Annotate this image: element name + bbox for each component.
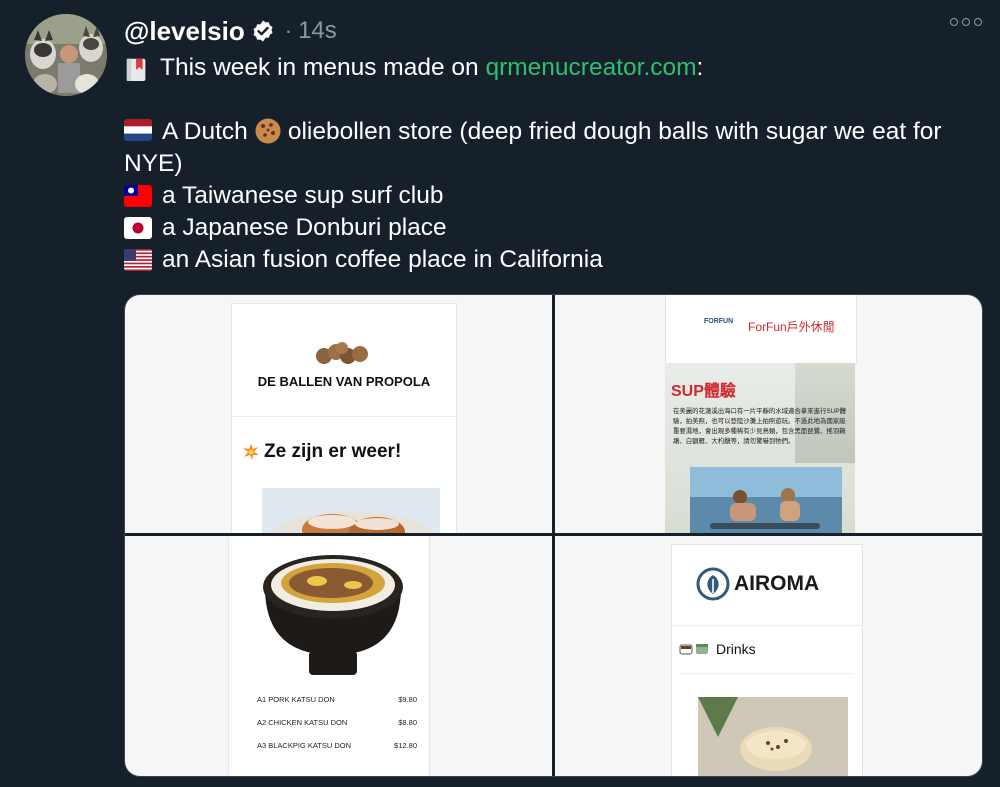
usa-flag-icon <box>124 249 152 271</box>
forfun-logo: FORFUN <box>704 318 734 325</box>
menu-item-row: A1 PORK KATSU DON $9.80 <box>257 695 417 718</box>
menu-item-row: A2 CHICKEN KATSU DON $8.80 <box>257 718 417 741</box>
verified-badge-icon <box>253 20 273 42</box>
oliebollen-photo <box>262 488 440 533</box>
drink-photo <box>698 697 848 776</box>
intro-line: This week in menus made on qrmenucreator… <box>124 52 984 84</box>
tweet-header: @levelsio · 14s <box>124 14 337 48</box>
menu-item-name: A1 PORK KATSU DON <box>257 695 335 704</box>
menu-item-name: A2 CHICKEN KATSU DON <box>257 718 348 727</box>
intro-colon: : <box>696 54 704 81</box>
tweet-body: This week in menus made on qrmenucreator… <box>124 52 984 276</box>
author-handle[interactable]: @levelsio <box>124 16 245 47</box>
menu-item-price: $9.80 <box>398 695 417 704</box>
dutch-menu-subtitle: Ze zijn er weer! <box>264 441 402 462</box>
menu-item-name: A3 BLACKPIG KATSU DON <box>257 741 352 750</box>
airoma-brand: AIROMA <box>734 572 820 595</box>
more-options-icon[interactable] <box>950 18 982 26</box>
drinks-section-title: Drinks <box>716 641 756 657</box>
media-grid[interactable]: DE BALLEN VAN PROPOLA Ze zijn er weer! F… <box>124 294 983 777</box>
oliebollen-image <box>316 342 368 364</box>
timestamp[interactable]: 14s <box>298 17 337 45</box>
taiwan-line: a Taiwanese sup surf club <box>124 180 984 212</box>
sup-heading: SUP體驗 <box>671 383 736 400</box>
avatar[interactable] <box>25 14 107 96</box>
taiwan-header-card: FORFUN ForFun戶外休閒 <box>665 295 857 365</box>
media-airoma-menu[interactable]: AIROMA Drinks <box>555 536 982 776</box>
japan-flag-icon <box>124 217 152 239</box>
intro-text: This week in menus made on <box>160 54 486 81</box>
airoma-menu-card: AIROMA Drinks <box>671 544 863 776</box>
dutch-line: A Dutch oliebollen store (deep fried dou… <box>124 116 984 180</box>
coffee-tea-icon <box>679 644 708 655</box>
airoma-leaf-icon <box>696 567 730 601</box>
japan-text: a Japanese Donburi place <box>162 214 447 241</box>
media-taiwan-menu[interactable]: FORFUN ForFun戶外休閒 SUP體驗 在美麗的花蓮溪出海口有一片平靜的… <box>555 295 982 533</box>
usa-text: an Asian fusion coffee place in Californ… <box>162 246 603 273</box>
usa-line: an Asian fusion coffee place in Californ… <box>124 244 984 276</box>
cookie-icon <box>255 118 281 144</box>
dutch-menu-title: DE BALLEN VAN PROPOLA <box>257 374 431 389</box>
donburi-menu-items: A1 PORK KATSU DON $9.80 A2 CHICKEN KATSU… <box>257 695 417 764</box>
drinks-section-row: Drinks <box>678 641 756 657</box>
japan-line: a Japanese Donburi place <box>124 212 984 244</box>
airoma-logo: AIROMA <box>696 567 819 601</box>
dutch-text-a: A Dutch <box>162 118 248 145</box>
forfun-brand: ForFun戶外休閒 <box>748 320 835 334</box>
taiwan-flag-icon <box>124 185 152 207</box>
taiwan-text: a Taiwanese sup surf club <box>162 182 444 209</box>
bookmark-book-icon <box>126 58 146 81</box>
katsu-don-bowl-image <box>263 555 403 675</box>
dutch-menu-card: DE BALLEN VAN PROPOLA Ze zijn er weer! <box>231 303 457 533</box>
donburi-menu-card: A1 PORK KATSU DON $9.80 A2 CHICKEN KATSU… <box>228 536 430 776</box>
qrmenucreator-link[interactable]: qrmenucreator.com <box>485 52 696 84</box>
sup-photo <box>690 467 842 533</box>
menu-item-price: $12.80 <box>394 741 417 750</box>
menu-item-price: $8.80 <box>398 718 417 727</box>
taiwan-content: SUP體驗 在美麗的花蓮溪出海口有一片平靜的水域適合拿來進行SUP體驗，拍美照，… <box>665 363 855 533</box>
menu-item-row: A3 BLACKPIG KATSU DON $12.80 <box>257 741 417 764</box>
netherlands-flag-icon <box>124 119 152 141</box>
media-dutch-menu[interactable]: DE BALLEN VAN PROPOLA Ze zijn er weer! <box>125 295 552 533</box>
dutch-menu-subtitle-row: Ze zijn er weer! <box>242 441 401 463</box>
collision-icon <box>243 444 259 460</box>
separator: · <box>284 18 293 43</box>
media-donburi-menu[interactable]: A1 PORK KATSU DON $9.80 A2 CHICKEN KATSU… <box>125 536 552 776</box>
sup-description: 在美麗的花蓮溪出海口有一片平靜的水域適合拿來進行SUP體驗，拍美照，也可以登陸沙… <box>673 408 846 445</box>
